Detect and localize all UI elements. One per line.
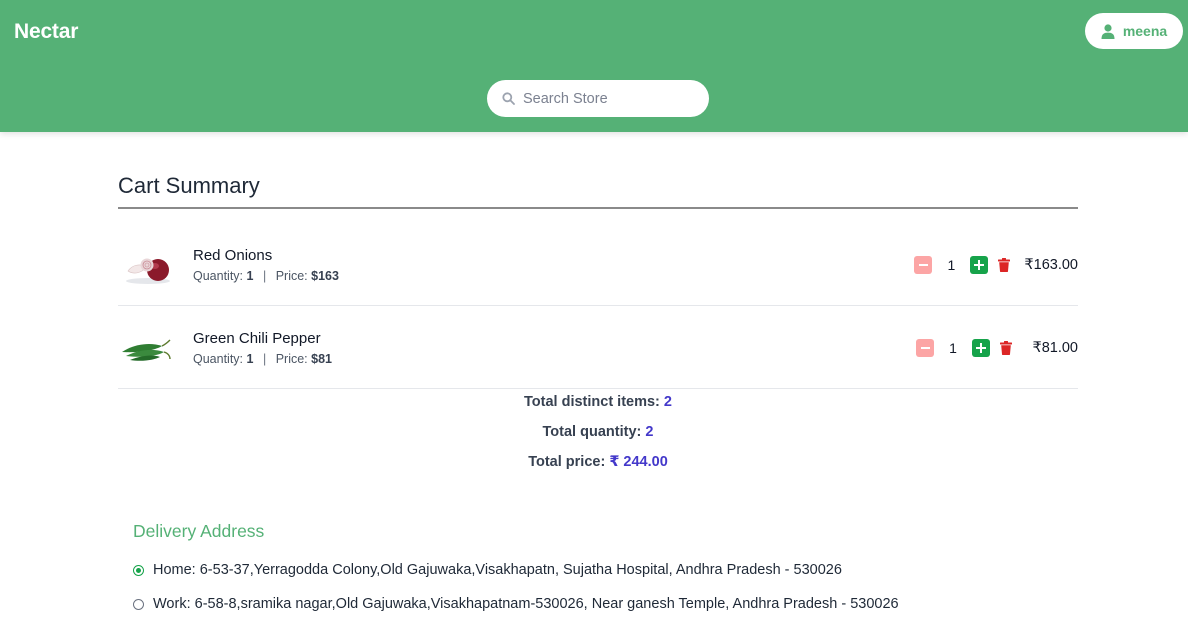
minus-icon (920, 347, 930, 349)
trash-icon[interactable] (1000, 341, 1012, 355)
total-distinct-value: 2 (663, 394, 672, 410)
price-value: $163 (311, 269, 339, 283)
price-label: Price: (275, 352, 308, 366)
increase-quantity-button[interactable] (972, 339, 990, 357)
red-onions-image (126, 258, 170, 284)
radio-icon[interactable] (133, 564, 144, 576)
green-chili-pepper-image (122, 339, 171, 361)
stepper-quantity: 1 (947, 257, 956, 273)
product-meta: Quantity: 1 | Price: $81 (193, 352, 332, 366)
user-menu-button[interactable]: meena (1085, 13, 1183, 49)
cart-item-row: Red Onions Quantity: 1 | Price: $163 1 ₹… (118, 223, 1078, 306)
meta-separator: | (262, 269, 267, 283)
search-icon (502, 92, 515, 105)
product-name[interactable]: Red Onions (193, 247, 272, 264)
decrease-quantity-button[interactable] (916, 339, 934, 357)
cart-summary-title: Cart Summary (118, 173, 260, 198)
total-distinct-label: Total distinct items: (524, 394, 660, 410)
brand-logo[interactable]: Nectar (14, 20, 78, 44)
user-name: meena (1122, 23, 1168, 39)
delivery-address-heading: Delivery Address (133, 521, 265, 541)
line-total: ₹163.00 (1024, 257, 1078, 273)
trash-icon[interactable] (998, 258, 1011, 272)
price-value: $81 (311, 352, 332, 366)
user-icon (1101, 23, 1115, 39)
line-total: ₹81.00 (1032, 340, 1078, 356)
quantity-stepper: 1 ₹81.00 (916, 339, 1078, 357)
price-label: Price: (275, 269, 308, 283)
total-price-label: Total price: (528, 454, 606, 470)
quantity-label: Quantity: (193, 352, 244, 366)
top-header: Nectar meena (0, 0, 1188, 132)
increase-quantity-button[interactable] (970, 256, 989, 274)
radio-icon[interactable] (133, 598, 144, 610)
quantity-value: 1 (246, 352, 254, 366)
product-meta: Quantity: 1 | Price: $163 (193, 269, 339, 283)
total-quantity-value: 2 (645, 424, 654, 440)
stepper-quantity: 1 (949, 340, 957, 356)
total-quantity-label: Total quantity: (542, 424, 642, 440)
total-price: Total price: ₹ 244.00 (118, 453, 1078, 483)
minus-icon (918, 264, 928, 266)
address-text: Home: 6-53-37,Yerragodda Colony,Old Gaju… (153, 562, 842, 578)
address-option-work[interactable]: Work: 6-58-8,sramika nagar,Old Gajuwaka,… (133, 596, 899, 612)
address-option-home[interactable]: Home: 6-53-37,Yerragodda Colony,Old Gaju… (133, 562, 842, 578)
total-price-value: ₹ 244.00 (609, 454, 668, 470)
total-distinct-items: Total distinct items: 2 (118, 393, 1078, 423)
meta-separator: | (262, 352, 267, 366)
title-divider (118, 207, 1078, 209)
quantity-label: Quantity: (193, 269, 244, 283)
quantity-stepper: 1 ₹163.00 (914, 256, 1078, 274)
address-text: Work: 6-58-8,sramika nagar,Old Gajuwaka,… (153, 596, 899, 612)
quantity-value: 1 (246, 269, 254, 283)
search-input[interactable] (523, 90, 693, 107)
cart-item-row: Green Chili Pepper Quantity: 1 | Price: … (118, 306, 1078, 389)
total-quantity: Total quantity: 2 (118, 423, 1078, 453)
search-bar[interactable] (487, 80, 709, 117)
product-name[interactable]: Green Chili Pepper (193, 330, 321, 347)
decrease-quantity-button[interactable] (914, 256, 933, 274)
cart-totals: Total distinct items: 2 Total quantity: … (118, 393, 1078, 483)
